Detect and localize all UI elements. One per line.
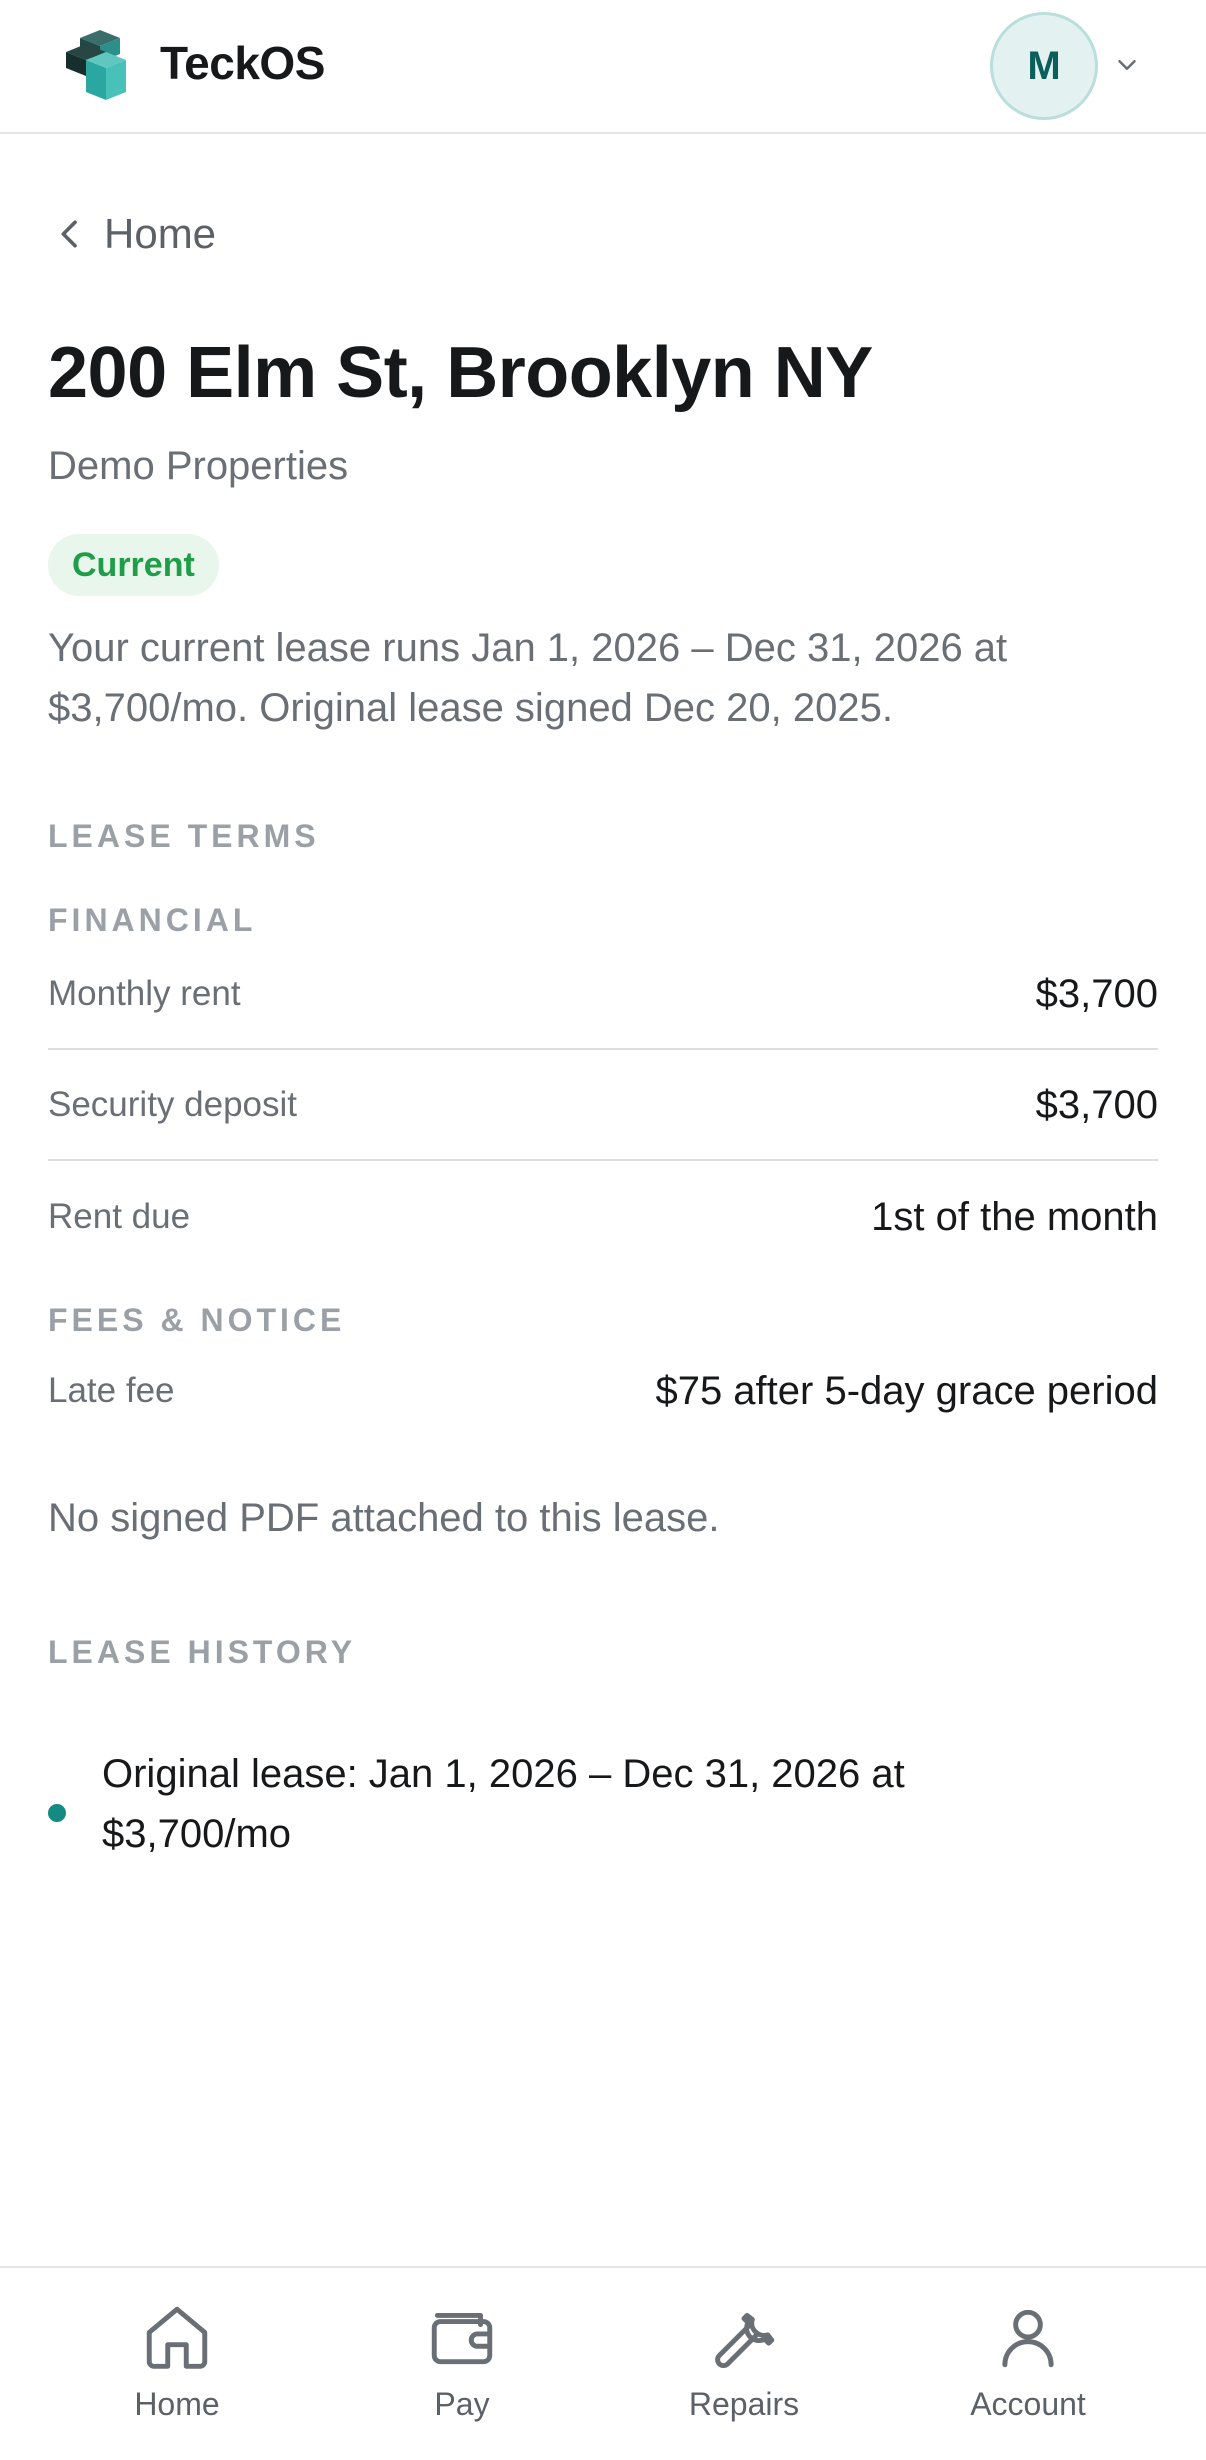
term-label: Rent due xyxy=(48,1197,191,1236)
nav-label: Pay xyxy=(434,2386,490,2422)
lease-detail-page: TeckOS M Home 200 Elm St, Brooklyn NY De… xyxy=(0,0,1206,2460)
person-icon xyxy=(1002,2309,1054,2368)
history-text: Original lease: Jan 1, 2026 – Dec 31, 20… xyxy=(102,1752,905,1856)
lease-history-heading: LEASE HISTORY xyxy=(48,1634,357,1670)
nav-label: Repairs xyxy=(688,2386,800,2422)
late-fee-row: Late fee $75 after 5-day grace period xyxy=(48,1336,1158,1446)
nav-item-account[interactable]: Account xyxy=(918,2268,1138,2460)
chevron-left-icon xyxy=(61,220,77,248)
term-label: Late fee xyxy=(48,1371,175,1410)
lease-terms-heading: LEASE TERMS xyxy=(48,818,320,854)
bottom-nav: Home Pay Repairs Account xyxy=(0,2266,1206,2460)
rent-due-row: Rent due 1st of the month xyxy=(48,1162,1158,1272)
monthly-rent-row: Monthly rent $3,700 xyxy=(48,940,1158,1050)
term-value: $3,700 xyxy=(1035,1082,1158,1127)
user-avatar-button[interactable]: M xyxy=(990,12,1098,120)
top-bar: TeckOS M xyxy=(0,0,1206,134)
security-deposit-row: Security deposit $3,700 xyxy=(48,1051,1158,1161)
status-badge: Current xyxy=(48,534,219,596)
timeline-dot xyxy=(48,1804,66,1822)
lease-summary: Your current lease runs Jan 1, 2026 – De… xyxy=(48,626,1008,730)
back-label: Home xyxy=(104,210,217,257)
term-value: $75 after 5-day grace period xyxy=(655,1368,1158,1413)
wallet-icon xyxy=(431,2312,493,2365)
home-icon xyxy=(146,2306,208,2369)
nav-label: Account xyxy=(970,2386,1086,2422)
term-label: Monthly rent xyxy=(48,974,241,1013)
term-value: 1st of the month xyxy=(871,1194,1158,1239)
term-value: $3,700 xyxy=(1035,971,1158,1016)
term-label: Security deposit xyxy=(48,1085,298,1124)
wrench-icon xyxy=(715,2312,775,2368)
back-to-home-link[interactable]: Home xyxy=(50,210,216,258)
financial-heading: FINANCIAL xyxy=(48,902,257,938)
page-title: 200 Elm St, Brooklyn NY xyxy=(48,333,873,413)
brand-name: TeckOS xyxy=(160,37,325,89)
pdf-note: No signed PDF attached to this lease. xyxy=(48,1496,720,1540)
nav-label: Home xyxy=(134,2386,220,2422)
property-owner: Demo Properties xyxy=(48,444,349,488)
chevron-down-icon[interactable] xyxy=(1112,50,1142,80)
teckos-logo-icon xyxy=(66,30,126,100)
nav-item-home[interactable]: Home xyxy=(67,2268,287,2460)
nav-item-pay[interactable]: Pay xyxy=(352,2268,572,2460)
nav-item-repairs[interactable]: Repairs xyxy=(634,2268,854,2460)
fees-notice-heading: FEES & NOTICE xyxy=(48,1302,346,1338)
